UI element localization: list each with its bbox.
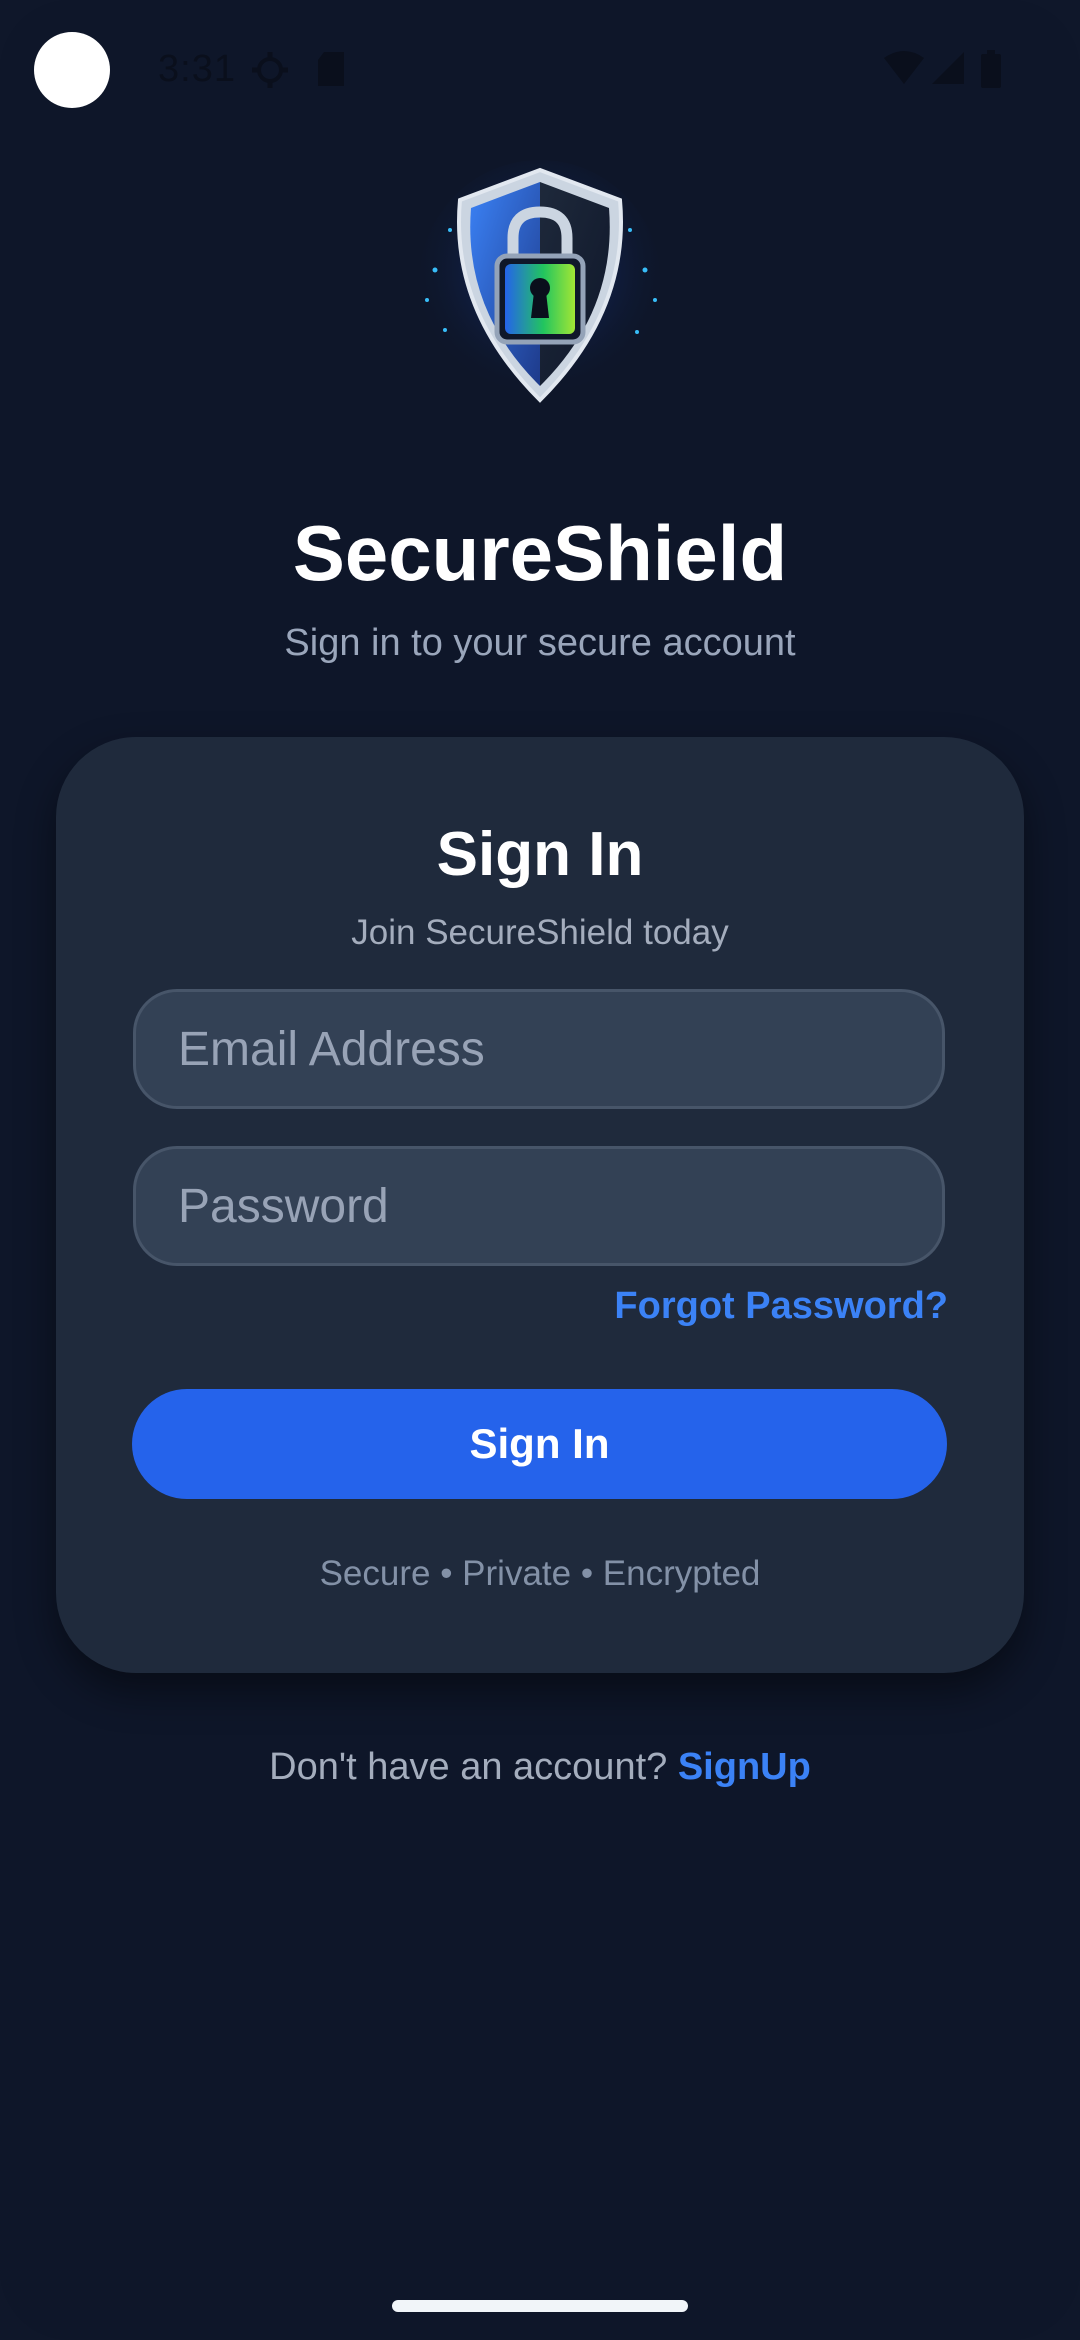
- signal-icon: [932, 52, 964, 84]
- card-title: Sign In: [436, 820, 644, 889]
- signin-card: Sign In Join SecureShield today Forgot P…: [56, 737, 1024, 1673]
- security-tagline: Secure • Private • Encrypted: [319, 1554, 761, 1593]
- home-indicator[interactable]: [392, 2300, 688, 2312]
- gear-icon: [252, 52, 288, 88]
- signup-prompt-text: Don't have an account?: [269, 1746, 668, 1788]
- app-screen: 3:31 SecureShield Sign in to your secure…: [0, 0, 1080, 2340]
- status-bar: 3:31: [0, 0, 1080, 140]
- battery-icon: [981, 50, 1001, 88]
- wifi-icon: [884, 51, 924, 84]
- shield-lock-icon: [420, 160, 660, 403]
- signup-prompt-row: Don't have an account? SignUp: [0, 1746, 1080, 1789]
- app-subtitle: Sign in to your secure account: [284, 622, 796, 664]
- password-field[interactable]: [133, 1146, 945, 1266]
- card-subtitle: Join SecureShield today: [351, 913, 729, 952]
- signup-link[interactable]: SignUp: [678, 1746, 811, 1788]
- sd-card-icon: [318, 52, 344, 86]
- camera-cutout: [34, 32, 110, 108]
- status-time: 3:31: [158, 48, 236, 90]
- forgot-password-link[interactable]: Forgot Password?: [614, 1285, 948, 1328]
- signin-button[interactable]: Sign In: [132, 1389, 947, 1499]
- email-field[interactable]: [133, 989, 945, 1109]
- app-title: SecureShield: [292, 509, 788, 597]
